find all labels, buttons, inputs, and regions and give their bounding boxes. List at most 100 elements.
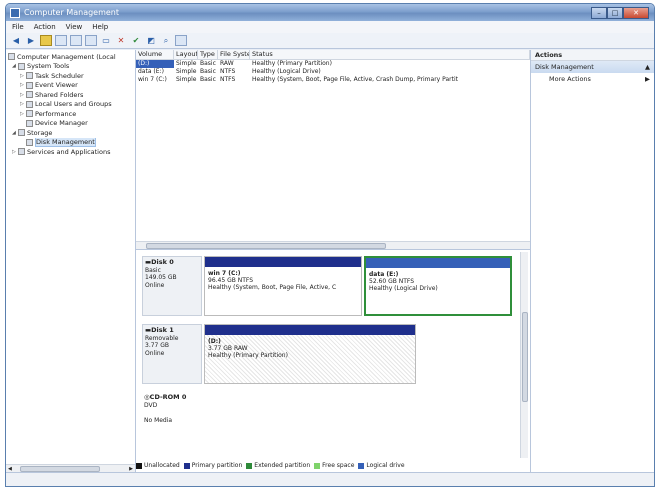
tree-node-computer-management[interactable]: Computer Management (Local: [6, 52, 135, 62]
logical-drive-band: [366, 258, 510, 268]
properties-icon[interactable]: [70, 35, 82, 46]
disk-vertical-scrollbar[interactable]: [520, 252, 528, 458]
tree-node-performance[interactable]: ▷ Performance: [6, 109, 135, 119]
tree-node-services-applications[interactable]: ▷ Services and Applications: [6, 147, 135, 157]
table-row[interactable]: (D:) Simple Basic RAW Healthy (Primary P…: [136, 60, 530, 68]
disk-state: Online: [145, 281, 165, 289]
minimize-button[interactable]: –: [591, 6, 607, 19]
menu-help[interactable]: Help: [92, 23, 108, 31]
status-cell: Healthy (System, Boot, Page File, Active…: [252, 76, 458, 83]
window-title: Computer Management: [24, 8, 120, 17]
scroll-thumb[interactable]: [522, 312, 528, 402]
title-bar[interactable]: Computer Management – □ ✕: [6, 4, 654, 21]
back-arrow-icon[interactable]: ◀: [10, 35, 22, 46]
check-icon[interactable]: ✔: [130, 35, 142, 46]
partition-d[interactable]: (D:) 3.77 GB RAW Healthy (Primary Partit…: [204, 324, 416, 384]
tree-node-device-manager[interactable]: Device Manager: [6, 119, 135, 129]
shared-folder-icon: [26, 91, 33, 99]
grid-icon[interactable]: [175, 35, 187, 46]
disk-1-info[interactable]: ▬Disk 1 Removable 3.77 GB Online: [142, 324, 202, 384]
tree-node-system-tools[interactable]: ◢ System Tools: [6, 62, 135, 72]
disk-0-info[interactable]: ▬Disk 0 Basic 149.05 GB Online: [142, 256, 202, 316]
layout-cell: Simple: [176, 68, 197, 75]
cdrom-row: ◎CD-ROM 0 DVD No Media: [142, 392, 530, 448]
menu-action[interactable]: Action: [34, 23, 56, 31]
status-cell: Healthy (Logical Drive): [252, 68, 321, 75]
disk-name: Disk 0: [151, 258, 174, 266]
column-layout[interactable]: Layout: [174, 50, 198, 59]
disk-name: Disk 1: [151, 326, 174, 334]
app-icon: [10, 7, 20, 18]
actions-section-disk-management[interactable]: Disk Management ▲: [531, 61, 654, 73]
scroll-thumb[interactable]: [146, 243, 386, 249]
close-button[interactable]: ✕: [623, 6, 649, 19]
cdrom-0-info[interactable]: ◎CD-ROM 0 DVD No Media: [142, 392, 202, 448]
up-folder-icon[interactable]: [40, 35, 52, 46]
delete-icon[interactable]: ✕: [115, 35, 127, 46]
tree-node-shared-folders[interactable]: ▷ Shared Folders: [6, 90, 135, 100]
partition-status: Healthy (System, Boot, Page File, Active…: [208, 284, 337, 291]
type-cell: Basic: [200, 60, 216, 67]
partition-win7-c[interactable]: win 7 (C:) 96.45 GB NTFS Healthy (System…: [204, 256, 362, 316]
partition-name: data (E:): [369, 271, 399, 278]
toolbar: ◀ ▶ ▭ ✕ ✔ ◩ ⌕: [6, 33, 654, 49]
services-icon: [18, 148, 25, 156]
tools-icon: [18, 62, 25, 70]
storage-icon: [18, 129, 25, 137]
column-type[interactable]: Type: [198, 50, 218, 59]
volume-cell: data (E:): [138, 68, 164, 75]
cdrom-type: DVD: [144, 401, 158, 409]
clock-icon: [26, 72, 33, 80]
status-bar: [6, 472, 654, 486]
cdrom-state: No Media: [144, 416, 173, 424]
search-icon[interactable]: ⌕: [160, 35, 172, 46]
actions-header: Actions: [531, 50, 654, 61]
status-cell: Healthy (Primary Partition): [252, 60, 332, 67]
volume-horizontal-scrollbar[interactable]: [136, 241, 530, 249]
partition-legend: Unallocated Primary partition Extended p…: [136, 462, 405, 469]
scroll-right-icon[interactable]: ▶: [129, 466, 135, 472]
forward-arrow-icon[interactable]: ▶: [25, 35, 37, 46]
scroll-thumb[interactable]: [20, 465, 100, 472]
open-icon[interactable]: ◩: [145, 35, 157, 46]
legend-free-space: Free space: [314, 462, 354, 469]
column-file-system[interactable]: File System: [218, 50, 250, 59]
performance-icon: [26, 110, 33, 118]
table-row[interactable]: win 7 (C:) Simple Basic NTFS Healthy (Sy…: [136, 76, 530, 84]
tree-node-disk-management[interactable]: Disk Management: [6, 137, 135, 147]
tree-horizontal-scrollbar[interactable]: ◀ ▶: [6, 464, 135, 472]
document-icon[interactable]: ▭: [100, 35, 112, 46]
navigation-tree: Computer Management (Local ◢ System Tools…: [6, 50, 136, 472]
partition-size: 52.60 GB NTFS: [369, 278, 415, 285]
layout-cell: Simple: [176, 60, 197, 67]
collapse-up-icon[interactable]: ▲: [645, 61, 650, 73]
column-status[interactable]: Status: [250, 50, 530, 59]
tree-node-local-users-groups[interactable]: ▷ Local Users and Groups: [6, 100, 135, 110]
partition-size: 96.45 GB NTFS: [208, 277, 254, 284]
table-row[interactable]: data (E:) Simple Basic NTFS Healthy (Log…: [136, 68, 530, 76]
tree-node-task-scheduler[interactable]: ▷ Task Scheduler: [6, 71, 135, 81]
disk-type: Basic: [145, 266, 161, 274]
partition-name: win 7 (C:): [208, 270, 241, 277]
menu-bar: File Action View Help: [6, 21, 654, 33]
device-manager-icon: [26, 119, 33, 127]
column-volume[interactable]: Volume: [136, 50, 174, 59]
tree-node-storage[interactable]: ◢ Storage: [6, 128, 135, 138]
tree-node-event-viewer[interactable]: ▷ Event Viewer: [6, 81, 135, 91]
partition-data-e[interactable]: data (E:) 52.60 GB NTFS Healthy (Logical…: [364, 256, 512, 316]
scroll-left-icon[interactable]: ◀: [6, 466, 12, 472]
maximize-button[interactable]: □: [607, 6, 623, 19]
partition-status: Healthy (Primary Partition): [208, 352, 288, 359]
primary-partition-band: [205, 325, 415, 335]
file-system-cell: NTFS: [220, 76, 236, 83]
disk-type: Removable: [145, 334, 179, 342]
menu-view[interactable]: View: [66, 23, 83, 31]
help-icon[interactable]: [85, 35, 97, 46]
more-actions-item[interactable]: More Actions ▶: [531, 73, 654, 85]
cdrom-name: CD-ROM 0: [149, 393, 187, 401]
volume-list: Volume Layout Type File System Status (D…: [136, 50, 530, 250]
partition-status: Healthy (Logical Drive): [369, 285, 438, 292]
menu-file[interactable]: File: [12, 23, 24, 31]
primary-partition-band: [205, 257, 361, 267]
show-hide-tree-icon[interactable]: [55, 35, 67, 46]
